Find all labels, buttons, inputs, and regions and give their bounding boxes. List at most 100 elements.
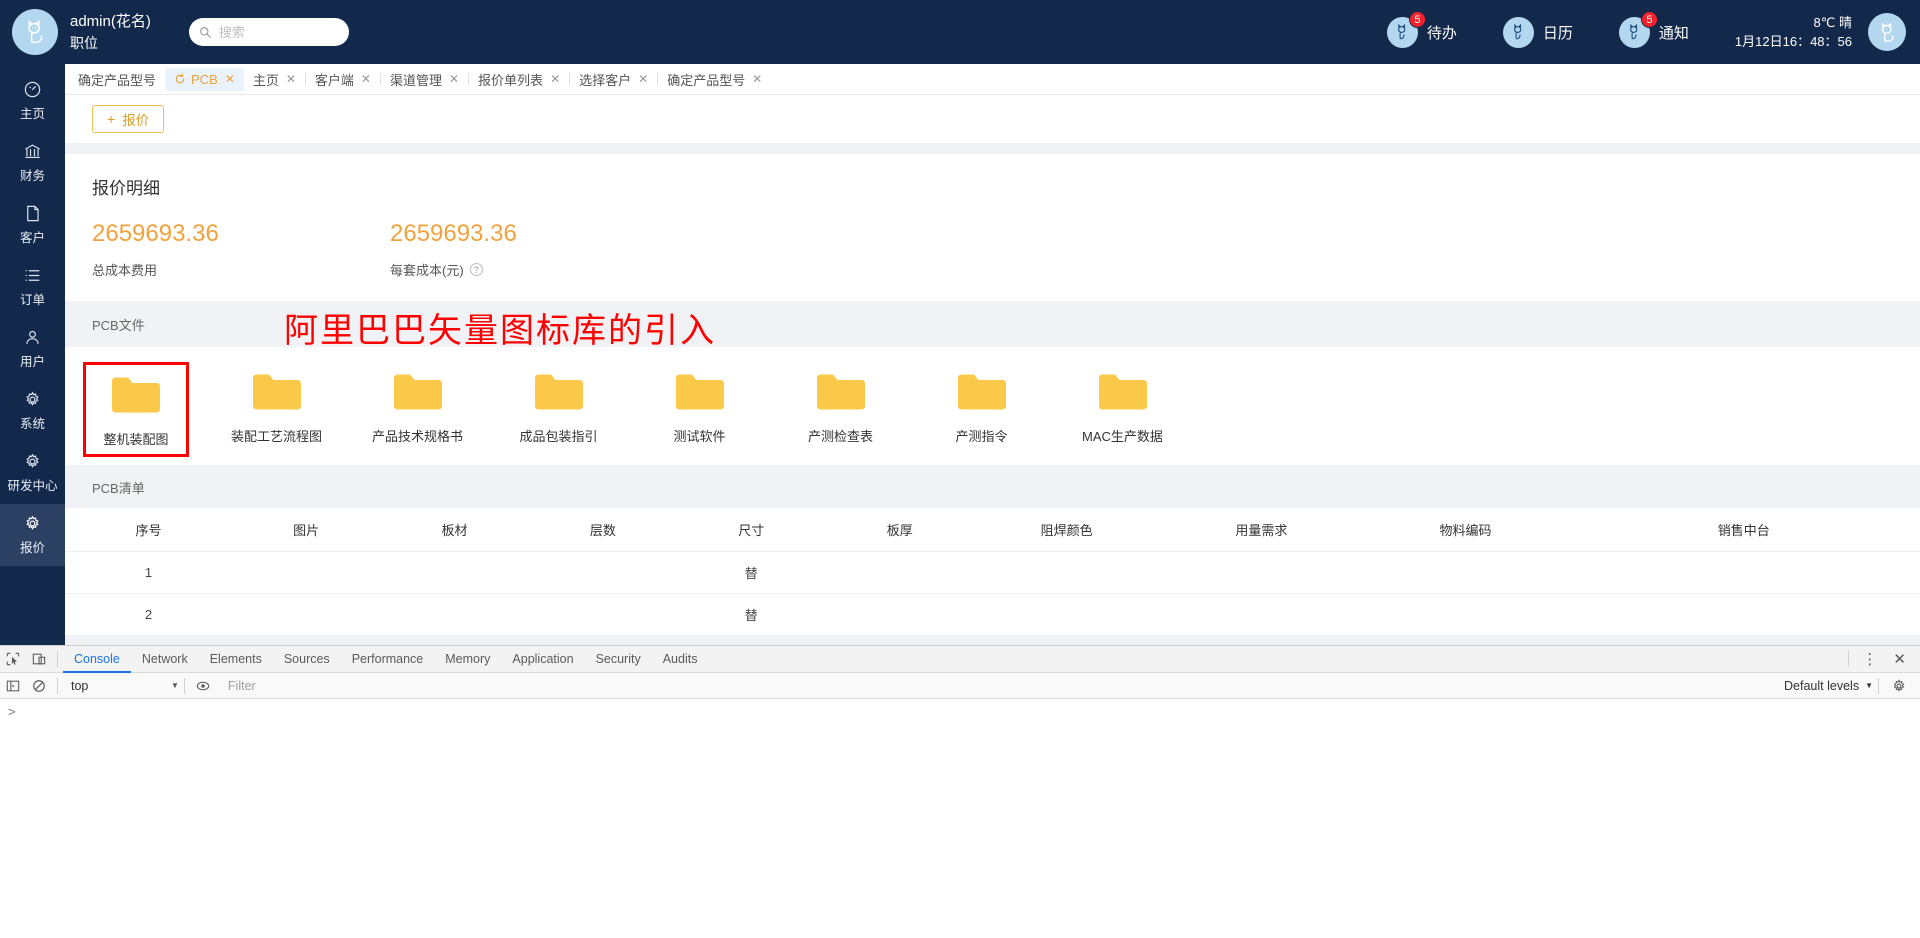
folder-item[interactable]: 成品包装指引: [488, 362, 629, 451]
sidebar-item-rnd-center[interactable]: 研发中心: [0, 442, 65, 504]
user-avatar[interactable]: [12, 9, 58, 55]
pcb-list-table: 序号 图片 板材 层数 尺寸 板厚 阻焊颜色 用量需求 物料编码 销售中台 1: [65, 508, 1920, 636]
tab-close-icon[interactable]: ✕: [286, 72, 296, 86]
document-icon: [27, 205, 39, 222]
cell-quantity: [1159, 593, 1364, 636]
devtools-tab-application[interactable]: Application: [501, 646, 584, 673]
folder-item[interactable]: 产测指令: [911, 362, 1052, 451]
metric-label-wrap: 每套成本(元) ?: [390, 260, 688, 279]
clear-console-icon[interactable]: [26, 673, 52, 699]
device-toolbar-icon[interactable]: [26, 646, 52, 672]
devtools-tabbar: Console Network Elements Sources Perform…: [0, 646, 1920, 673]
folder-item[interactable]: 产品技术规格书: [347, 362, 488, 451]
pcb-list-section: PCB清单 序号 图片 板材 层数 尺寸 板厚 阻焊颜色 用量需求 物料编码 销…: [65, 465, 1920, 636]
tab-close-icon[interactable]: ✕: [550, 72, 560, 86]
folder-name: 整机装配图: [103, 432, 169, 447]
folder-icon: [534, 374, 583, 410]
list-icon: [25, 270, 40, 281]
tab-quote-list[interactable]: 报价单列表 ✕: [469, 68, 569, 91]
tab-client[interactable]: 客户端 ✕: [306, 68, 380, 91]
folder-item[interactable]: 测试软件: [629, 362, 770, 451]
help-icon[interactable]: ?: [469, 263, 483, 276]
folder-item[interactable]: MAC生产数据: [1052, 362, 1193, 451]
devtools-tab-sources[interactable]: Sources: [273, 646, 341, 673]
sidebar-item-quote[interactable]: 报价: [0, 504, 65, 566]
header-item-calendar[interactable]: 日历: [1502, 16, 1573, 48]
tab-confirm-product-model-2[interactable]: 确定产品型号 ✕: [658, 68, 771, 91]
tab-close-icon[interactable]: ✕: [638, 72, 648, 86]
tab-pcb[interactable]: PCB ✕: [165, 67, 244, 91]
add-quote-button[interactable]: + 报价: [92, 105, 165, 133]
console-context-select-wrap[interactable]: top ▼: [63, 676, 185, 695]
console-sidebar-icon[interactable]: [0, 673, 26, 699]
tab-close-icon[interactable]: ✕: [225, 72, 235, 86]
dashboard-icon: [24, 81, 41, 98]
metric-label: 总成本费用: [92, 263, 158, 278]
devtools-tab-elements[interactable]: Elements: [199, 646, 273, 673]
devtools-tab-memory[interactable]: Memory: [434, 646, 501, 673]
metric-value: 2659693.36: [390, 220, 517, 247]
sidebar-item-home[interactable]: 主页: [0, 70, 65, 132]
close-devtools-icon[interactable]: ✕: [1885, 650, 1914, 668]
tab-confirm-product-model[interactable]: 确定产品型号: [69, 68, 165, 91]
tab-close-icon[interactable]: ✕: [752, 72, 762, 86]
devtools-tab-console[interactable]: Console: [63, 646, 131, 673]
header-item-notification[interactable]: 5 通知: [1618, 10, 1689, 48]
sidebar-item-finance[interactable]: 财务: [0, 132, 65, 194]
more-options-icon[interactable]: ⋮: [1854, 652, 1885, 667]
devtools-settings-icon[interactable]: [1884, 678, 1914, 693]
tab-channel-management[interactable]: 渠道管理 ✕: [381, 68, 468, 91]
table-row[interactable]: 1 替: [65, 551, 1920, 594]
folder-name: 产测指令: [955, 429, 1008, 444]
cell-material-code: [1363, 551, 1568, 594]
devtools-tab-performance[interactable]: Performance: [341, 646, 435, 673]
console-filter-input[interactable]: [227, 678, 558, 693]
folder-item[interactable]: 产测检查表: [770, 362, 911, 451]
folder-item[interactable]: 整机装配图: [83, 362, 189, 457]
console-toolbar: top ▼ Default levels ▼: [0, 673, 1920, 699]
metric-label-wrap: 总成本费用: [92, 260, 390, 279]
devtools-tab-network[interactable]: Network: [131, 646, 199, 673]
table-row[interactable]: 2 替: [65, 593, 1920, 636]
metric-total-cost: 2659693.36 总成本费用: [92, 220, 390, 279]
pcb-files-section: PCB文件 阿里巴巴矢量图标库的引入 整机装配图 装配工艺流程图 产品技术规格书: [65, 301, 1920, 465]
gear-icon: [26, 391, 39, 406]
user-name: admin(花名): [70, 12, 151, 30]
folder-name: 成品包装指引: [519, 429, 598, 444]
live-expression-eye-icon[interactable]: [190, 673, 216, 699]
cat-avatar-icon: [1881, 21, 1894, 42]
folder-item[interactable]: 装配工艺流程图: [206, 362, 347, 451]
devtools-tab-security[interactable]: Security: [585, 646, 652, 673]
sidebar-item-customer[interactable]: 客户: [0, 194, 65, 256]
sidebar-item-order[interactable]: 订单: [0, 256, 65, 318]
console-output-area[interactable]: >: [0, 699, 1920, 938]
cell-image: [231, 551, 381, 594]
tab-close-icon[interactable]: ✕: [361, 72, 371, 86]
sidebar-item-quote-label: 报价: [19, 541, 45, 555]
header-item-todo-label: 待办: [1426, 24, 1457, 42]
sidebar-item-user[interactable]: 用户: [0, 318, 65, 380]
folder-icon: [112, 377, 160, 413]
search-icon: [199, 26, 211, 38]
search-box[interactable]: [188, 18, 349, 46]
tab-select-customer[interactable]: 选择客户 ✕: [570, 68, 657, 91]
quote-detail-card: 报价明细 2659693.36 总成本费用 2659693.36 每套成本(元)…: [65, 154, 1920, 301]
console-context-select[interactable]: top: [67, 676, 185, 695]
tab-home[interactable]: 主页 ✕: [244, 68, 305, 91]
sidebar-item-user-label: 用户: [19, 355, 45, 369]
profile-avatar[interactable]: [1868, 13, 1906, 51]
console-levels-dropdown[interactable]: Default levels ▼: [1784, 679, 1873, 693]
header-item-todo[interactable]: 5 待办: [1386, 10, 1457, 48]
search-input[interactable]: [218, 24, 339, 40]
tab-label: 主页: [252, 72, 279, 88]
folder-name: 测试软件: [673, 429, 726, 444]
console-levels-label: Default levels: [1784, 678, 1860, 693]
toolbar-divider: [1848, 651, 1850, 667]
folder-icon: [957, 374, 1006, 410]
tab-close-icon[interactable]: ✕: [449, 72, 459, 86]
sidebar-item-system[interactable]: 系统: [0, 380, 65, 442]
inspect-element-icon[interactable]: [0, 646, 26, 672]
devtools-tab-audits[interactable]: Audits: [652, 646, 709, 673]
col-header-image: 图片: [231, 508, 381, 552]
